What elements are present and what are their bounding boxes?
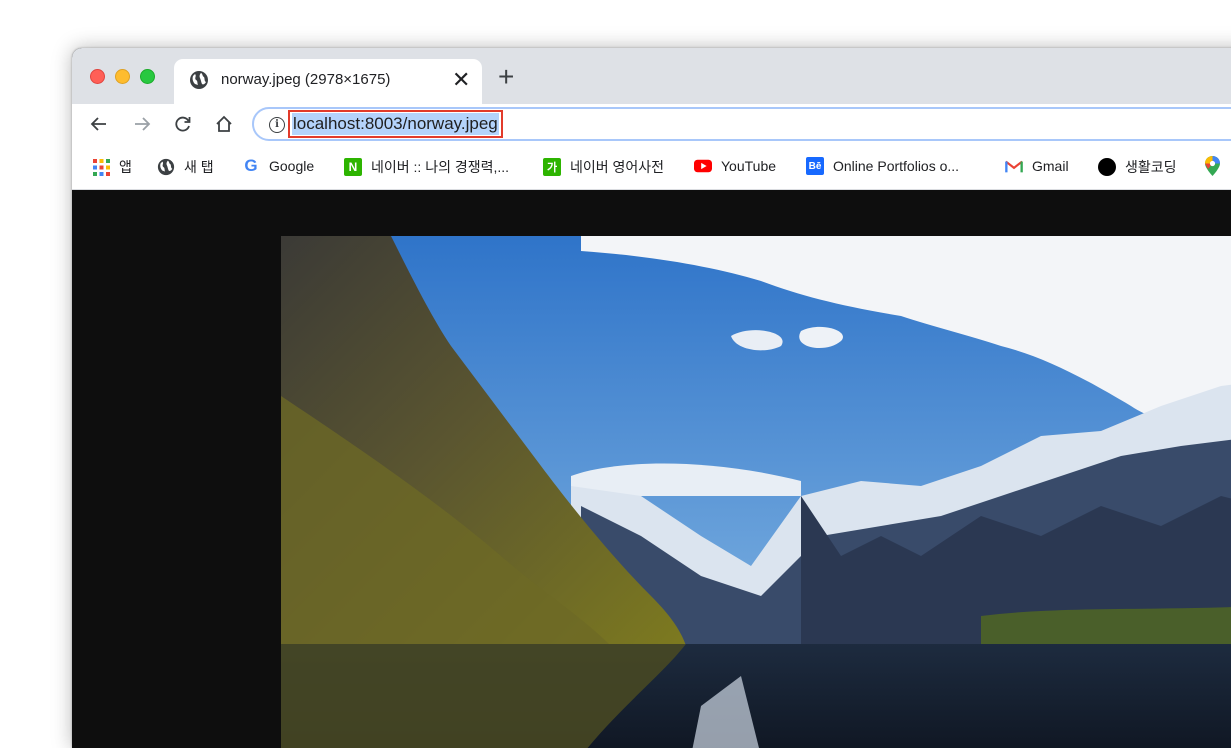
home-button[interactable] [210, 110, 238, 138]
back-arrow-icon [90, 117, 106, 131]
apps-grid-icon [92, 158, 110, 176]
forward-arrow-icon [135, 117, 151, 131]
bookmark-label: 새 탭 [184, 159, 214, 175]
naver-dict-icon: 가 [543, 158, 561, 176]
forward-button[interactable] [128, 110, 156, 138]
bookmark-label: 네이버 :: 나의 경쟁력,... [371, 159, 510, 175]
norway-fjord-photo [281, 236, 1231, 748]
toolbar: i localhost:8003/norway.jpeg [72, 104, 1231, 145]
globe-icon [190, 71, 208, 89]
tab-bar: norway.jpeg (2978×1675) ✕ + [72, 48, 1231, 104]
bookmarks-bar: 앱 새 탭 G Google N 네이버 :: 나의 경쟁력,... 가 네이버… [72, 145, 1231, 190]
bookmark-maps[interactable] [1203, 156, 1230, 176]
bookmark-naver[interactable]: N 네이버 :: 나의 경쟁력,... [344, 157, 509, 177]
page-content [72, 190, 1231, 748]
bookmark-gmail[interactable]: Gmail [1005, 157, 1069, 175]
naver-n-icon: N [344, 158, 362, 176]
bookmark-opentutorials[interactable]: 생활코딩 [1098, 157, 1177, 177]
bookmark-new-tab[interactable]: 새 탭 [157, 157, 214, 177]
google-g-icon: G [244, 156, 258, 175]
bookmark-apps[interactable]: 앱 [92, 157, 132, 177]
bookmark-google[interactable]: G Google [242, 156, 315, 175]
reload-button[interactable] [169, 110, 197, 138]
address-bar[interactable]: i localhost:8003/norway.jpeg [252, 107, 1231, 141]
browser-window: norway.jpeg (2978×1675) ✕ + i localhost:… [72, 48, 1231, 748]
url-text[interactable]: localhost:8003/norway.jpeg [292, 113, 499, 135]
bookmark-label: YouTube [721, 158, 777, 174]
close-tab-icon[interactable]: ✕ [452, 67, 470, 93]
info-icon[interactable]: i [269, 117, 285, 133]
home-icon [216, 115, 232, 132]
reload-icon [175, 116, 191, 132]
globe-icon [157, 158, 175, 176]
bookmark-naver-dictionary[interactable]: 가 네이버 영어사전 [543, 157, 664, 177]
window-maximize-button[interactable] [140, 69, 155, 84]
youtube-icon [694, 157, 712, 175]
bookmark-label: 네이버 영어사전 [570, 159, 665, 175]
window-minimize-button[interactable] [115, 69, 130, 84]
bookmark-label: 앱 [119, 159, 132, 175]
maps-pin-icon [1203, 156, 1221, 176]
tab-norway-jpeg[interactable]: norway.jpeg (2978×1675) ✕ [174, 59, 482, 104]
new-tab-button[interactable]: + [498, 63, 514, 91]
gmail-icon [1005, 157, 1023, 175]
bookmark-label: 생활코딩 [1125, 159, 1177, 175]
bookmark-label: Gmail [1032, 158, 1069, 174]
url-highlight-box: localhost:8003/norway.jpeg [288, 110, 503, 138]
black-circle-icon [1098, 158, 1116, 176]
behance-icon: Bē [806, 157, 824, 175]
bookmark-youtube[interactable]: YouTube [694, 157, 776, 175]
bookmark-label: Online Portfolios o... [833, 158, 960, 174]
bookmark-behance[interactable]: Bē Online Portfolios o... [806, 157, 959, 175]
window-close-button[interactable] [90, 69, 105, 84]
tab-title: norway.jpeg (2978×1675) [221, 71, 391, 88]
bookmark-label: Google [269, 158, 315, 174]
back-button[interactable] [85, 110, 113, 138]
